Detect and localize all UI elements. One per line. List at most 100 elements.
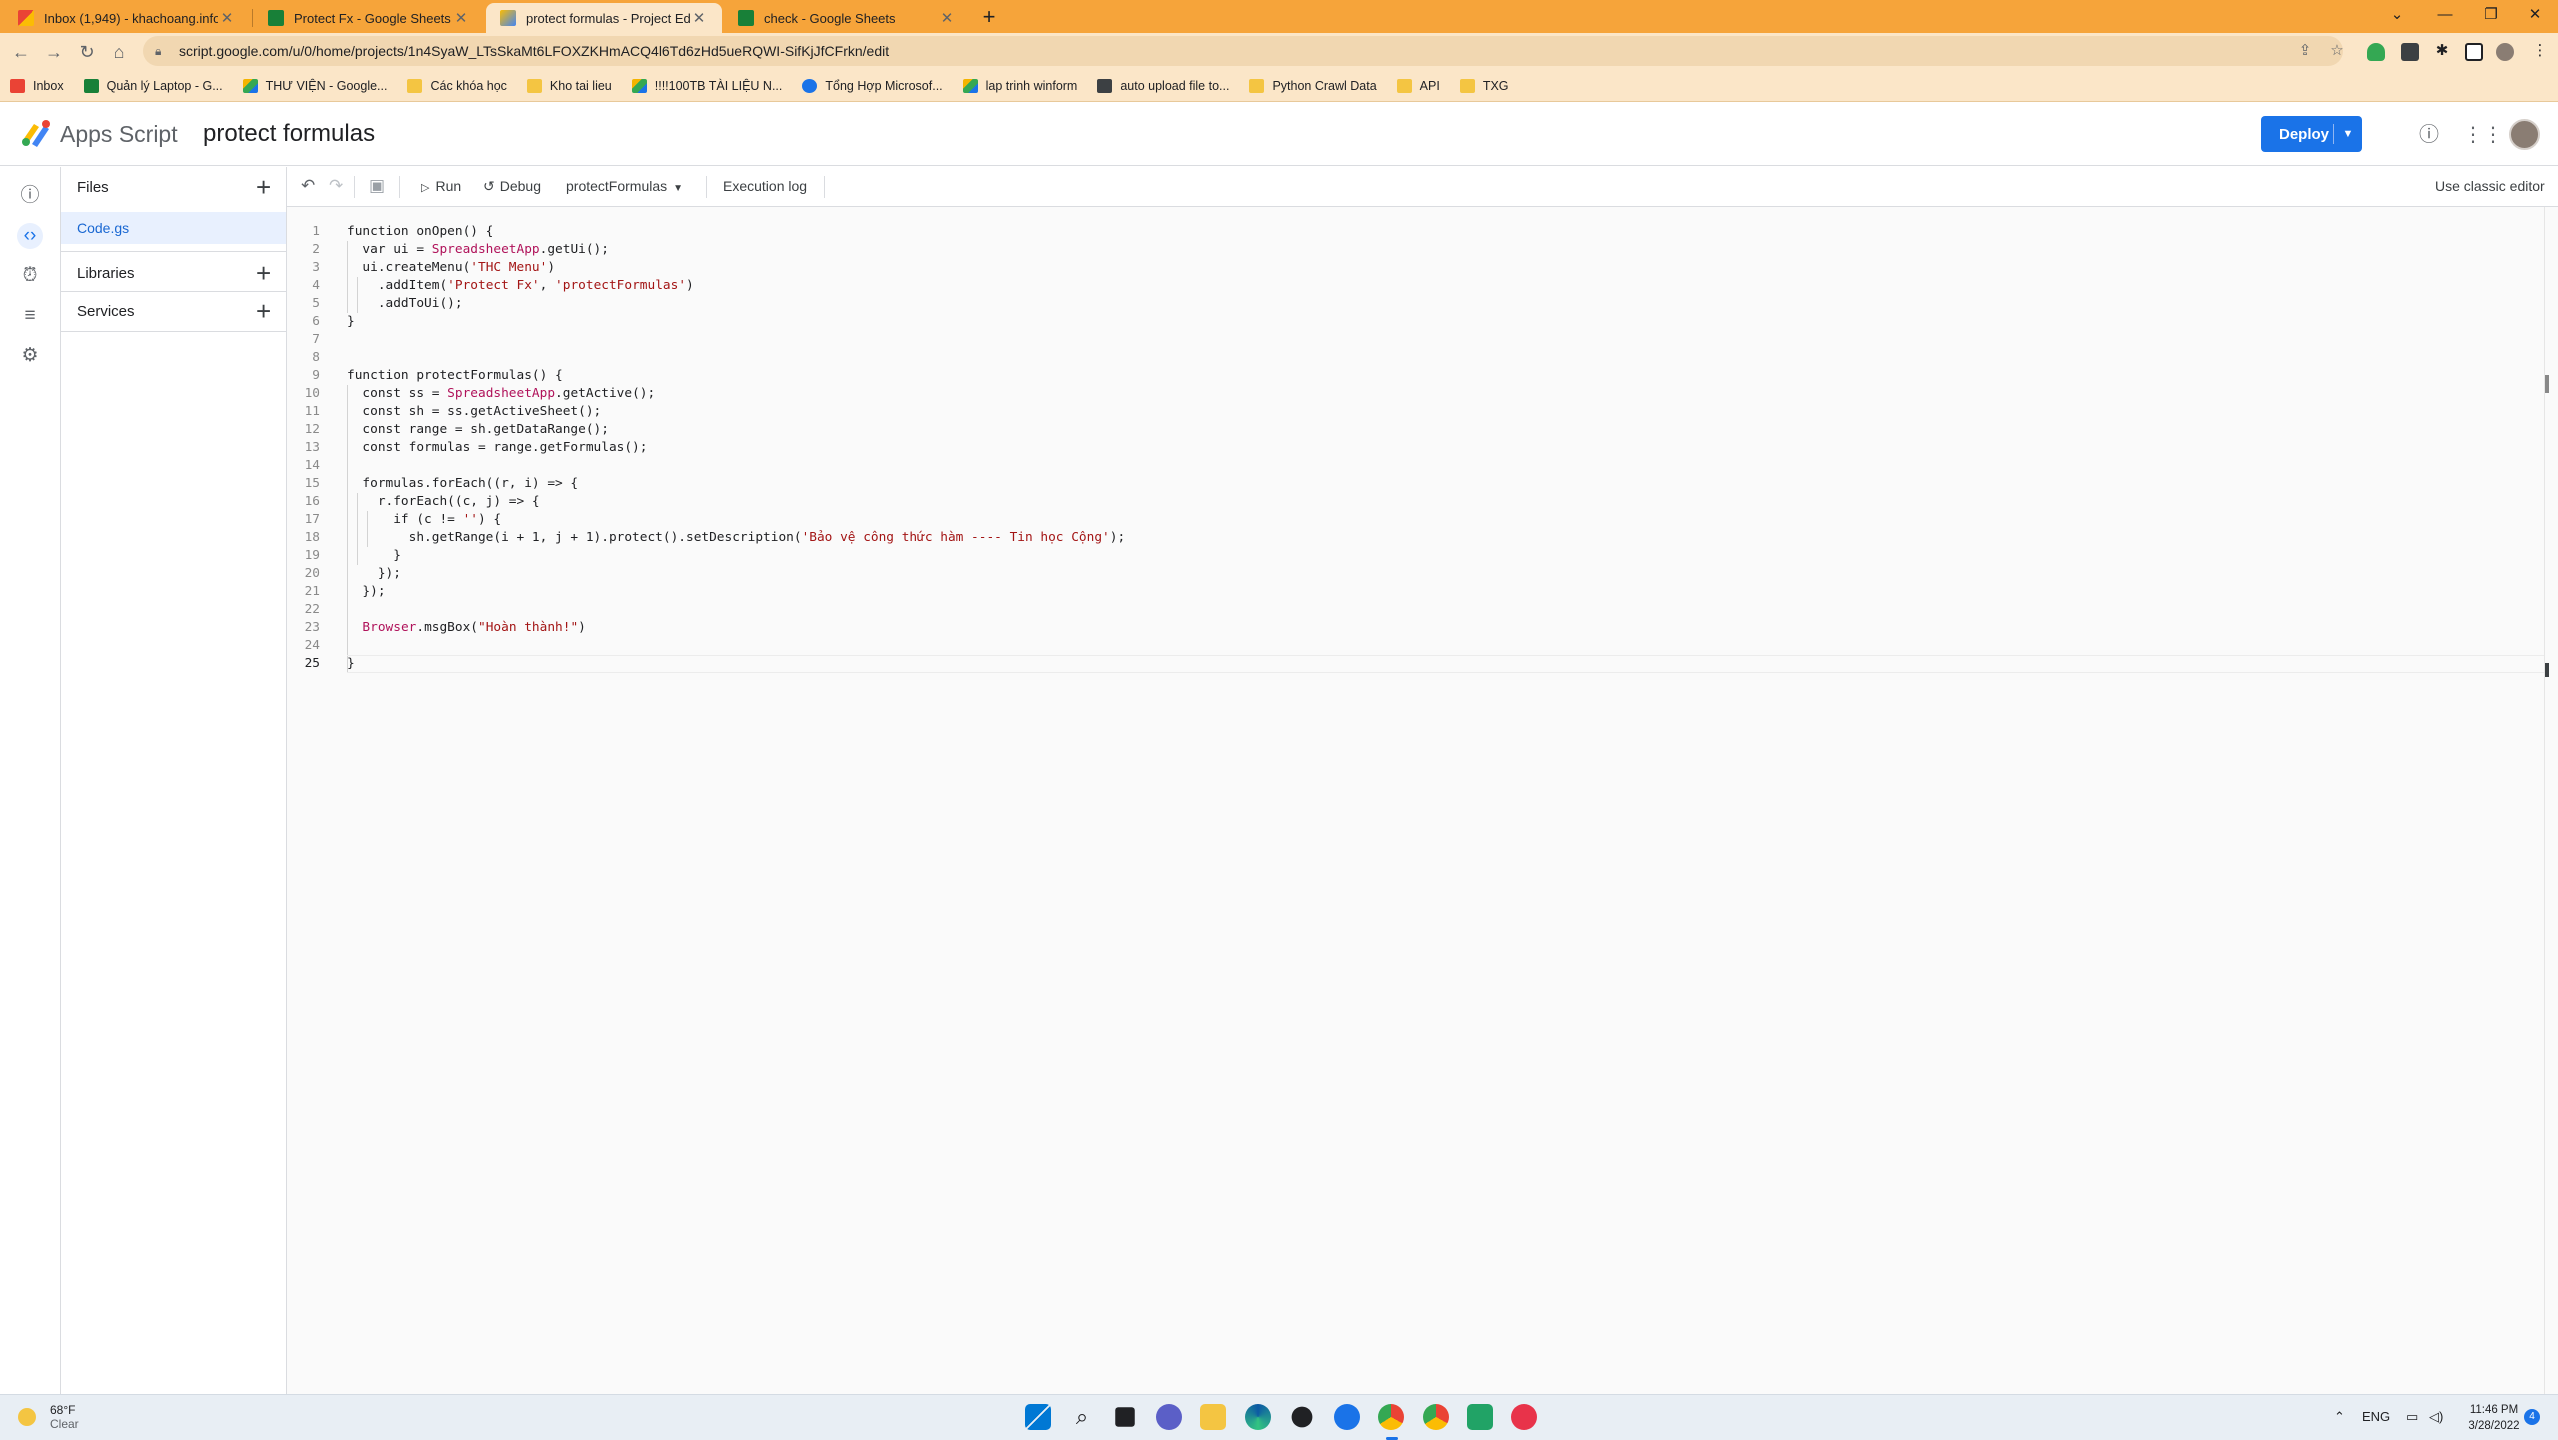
add-file-plus-icon[interactable]: + bbox=[256, 174, 271, 200]
caret-down-icon[interactable]: ▼ bbox=[2334, 128, 2362, 140]
triggers-clock-icon[interactable]: ⏰︎ bbox=[17, 263, 43, 289]
run-button[interactable]: ▷ Run bbox=[421, 178, 461, 194]
bookmark-item[interactable]: Inbox bbox=[10, 78, 64, 93]
close-icon[interactable]: ✕ bbox=[452, 9, 470, 27]
close-window-icon[interactable]: ✕ bbox=[2512, 0, 2558, 33]
code-line[interactable]: 21 }); bbox=[287, 583, 2544, 601]
bookmark-item[interactable]: API bbox=[1396, 78, 1440, 93]
bookmark-item[interactable]: Tổng Hợp Microsof... bbox=[802, 78, 943, 93]
code-line[interactable]: 16 r.forEach((c, j) => { bbox=[287, 493, 2544, 511]
overview-info-icon[interactable]: ⓘ bbox=[17, 183, 43, 209]
chrome-profile-icon[interactable] bbox=[1423, 1404, 1449, 1430]
close-icon[interactable]: ✕ bbox=[938, 9, 956, 27]
code-line[interactable]: 5 .addToUi(); bbox=[287, 295, 2544, 313]
tab-check-sheets[interactable]: check - Google Sheets ✕ bbox=[724, 3, 970, 33]
code-line[interactable]: 23 Browser.msgBox("Hoàn thành!") bbox=[287, 619, 2544, 637]
windows-start-icon[interactable] bbox=[1025, 1404, 1051, 1430]
more-menu-icon[interactable]: ⋮ bbox=[2530, 41, 2550, 61]
code-line[interactable]: 20 }); bbox=[287, 565, 2544, 583]
apps-grid-icon[interactable]: ⋮⋮ bbox=[2463, 122, 2503, 148]
bookmark-star-icon[interactable]: ☆ bbox=[2327, 41, 2347, 61]
task-view-icon[interactable] bbox=[1115, 1407, 1135, 1427]
code-editor[interactable]: 1 function onOpen() {2 var ui = Spreadshe… bbox=[287, 207, 2544, 1394]
add-service-plus-icon[interactable]: + bbox=[256, 298, 271, 324]
code-line[interactable]: 2 var ui = SpreadsheetApp.getUi(); bbox=[287, 241, 2544, 259]
code-line[interactable]: 25} bbox=[287, 655, 2544, 673]
file-explorer-icon[interactable] bbox=[1200, 1404, 1226, 1430]
home-icon[interactable]: ⌂ bbox=[106, 39, 132, 65]
account-avatar[interactable] bbox=[2509, 119, 2540, 150]
clock[interactable]: 11:46 PM 3/28/2022 bbox=[2466, 1402, 2522, 1434]
close-icon[interactable]: ✕ bbox=[218, 9, 236, 27]
search-icon[interactable]: ⌕ bbox=[1069, 1404, 1095, 1430]
bookmark-item[interactable]: TXG bbox=[1459, 78, 1509, 93]
code-line[interactable]: 8 bbox=[287, 349, 2544, 367]
back-icon[interactable]: ← bbox=[8, 39, 34, 65]
reload-icon[interactable]: ↻ bbox=[74, 39, 100, 65]
code-line[interactable]: 13 const formulas = range.getFormulas(); bbox=[287, 439, 2544, 457]
tray-chevron-up-icon[interactable]: ⌃ bbox=[2334, 1409, 2345, 1425]
add-library-plus-icon[interactable]: + bbox=[256, 260, 271, 286]
save-icon[interactable]: ▣ bbox=[369, 176, 385, 196]
notification-badge[interactable]: 4 bbox=[2524, 1409, 2540, 1425]
bookmark-item[interactable]: auto upload file to... bbox=[1097, 78, 1229, 93]
debug-button[interactable]: ↺ Debug bbox=[483, 178, 541, 195]
profile-avatar[interactable] bbox=[2496, 43, 2514, 61]
use-classic-editor-button[interactable]: Use classic editor bbox=[2435, 178, 2545, 194]
function-selector[interactable]: protectFormulas ▼ bbox=[566, 178, 683, 194]
help-icon[interactable]: ⓘ bbox=[2416, 122, 2442, 148]
tab-gmail-inbox[interactable]: Inbox (1,949) - khachoang.info@ ✕ bbox=[4, 3, 250, 33]
redo-icon[interactable]: ↷ bbox=[329, 176, 343, 196]
code-line[interactable]: 11 const sh = ss.getActiveSheet(); bbox=[287, 403, 2544, 421]
puzzle-extensions-icon[interactable]: ✱ bbox=[2432, 41, 2452, 61]
code-line[interactable]: 24 bbox=[287, 637, 2544, 655]
restore-icon[interactable]: ❐ bbox=[2468, 0, 2514, 33]
code-line[interactable]: 17 if (c != '') { bbox=[287, 511, 2544, 529]
bookmark-item[interactable]: lap trinh winform bbox=[962, 78, 1077, 93]
code-line[interactable]: 18 sh.getRange(i + 1, j + 1).protect().s… bbox=[287, 529, 2544, 547]
execution-log-button[interactable]: Execution log bbox=[723, 178, 807, 194]
undo-icon[interactable]: ↶ bbox=[301, 176, 315, 196]
code-line[interactable]: 15 formulas.forEach((r, i) => { bbox=[287, 475, 2544, 493]
side-panel-icon[interactable] bbox=[2465, 43, 2483, 61]
code-line[interactable]: 1 function onOpen() { bbox=[287, 223, 2544, 241]
settings-gear-icon[interactable]: ⚙ bbox=[17, 343, 43, 369]
zalo-icon[interactable] bbox=[1334, 1404, 1360, 1430]
app-icon[interactable] bbox=[1291, 1406, 1313, 1428]
bookmark-item[interactable]: Các khóa học bbox=[407, 78, 507, 93]
language-indicator[interactable]: ENG bbox=[2362, 1409, 2390, 1424]
tab-project-editor[interactable]: protect formulas - Project Editor ✕ bbox=[486, 3, 722, 33]
weather-widget[interactable]: 68°F Clear bbox=[18, 1403, 79, 1431]
app-brand[interactable]: Apps Script bbox=[60, 121, 178, 148]
shield-extension-icon[interactable] bbox=[2367, 43, 2385, 61]
edge-browser-icon[interactable] bbox=[1245, 1404, 1271, 1430]
new-tab-button[interactable]: + bbox=[975, 3, 1003, 31]
volume-icon[interactable]: ◁) bbox=[2429, 1409, 2443, 1425]
bookmark-item[interactable]: Quản lý Laptop - G... bbox=[83, 78, 223, 93]
apps-script-logo-icon[interactable] bbox=[20, 118, 54, 148]
bookmark-item[interactable]: THƯ VIỆN - Google... bbox=[242, 78, 387, 93]
code-line[interactable]: 4 .addItem('Protect Fx', 'protectFormula… bbox=[287, 277, 2544, 295]
bookmark-item[interactable]: Kho tai lieu bbox=[526, 78, 612, 93]
forward-icon[interactable]: → bbox=[41, 39, 67, 65]
tab-search-icon[interactable]: ⌄ bbox=[2374, 0, 2420, 33]
share-icon[interactable]: ⇪ bbox=[2295, 41, 2315, 61]
sheets-app-icon[interactable] bbox=[1467, 1404, 1493, 1430]
code-line[interactable]: 12 const range = sh.getDataRange(); bbox=[287, 421, 2544, 439]
app-icon[interactable] bbox=[1511, 1404, 1537, 1430]
code-line[interactable]: 19 } bbox=[287, 547, 2544, 565]
close-icon[interactable]: ✕ bbox=[690, 9, 708, 27]
project-title[interactable]: protect formulas bbox=[203, 120, 375, 148]
extension-icon[interactable] bbox=[2401, 43, 2419, 61]
bookmark-item[interactable]: !!!!100TB TÀI LIỆU N... bbox=[631, 78, 782, 93]
chrome-icon[interactable] bbox=[1378, 1404, 1404, 1430]
address-bar[interactable]: 🔒︎ script.google.com/u/0/home/projects/1… bbox=[143, 36, 2343, 66]
code-line[interactable]: 22 bbox=[287, 601, 2544, 619]
code-line[interactable]: 3 ui.createMenu('THC Menu') bbox=[287, 259, 2544, 277]
code-line[interactable]: 6} bbox=[287, 313, 2544, 331]
file-code-gs[interactable]: Code.gs bbox=[61, 212, 286, 244]
code-line[interactable]: 10 const ss = SpreadsheetApp.getActive()… bbox=[287, 385, 2544, 403]
code-line[interactable]: 14 bbox=[287, 457, 2544, 475]
editor-code-icon[interactable]: ‹› bbox=[17, 223, 43, 249]
chat-icon[interactable] bbox=[1156, 1404, 1182, 1430]
